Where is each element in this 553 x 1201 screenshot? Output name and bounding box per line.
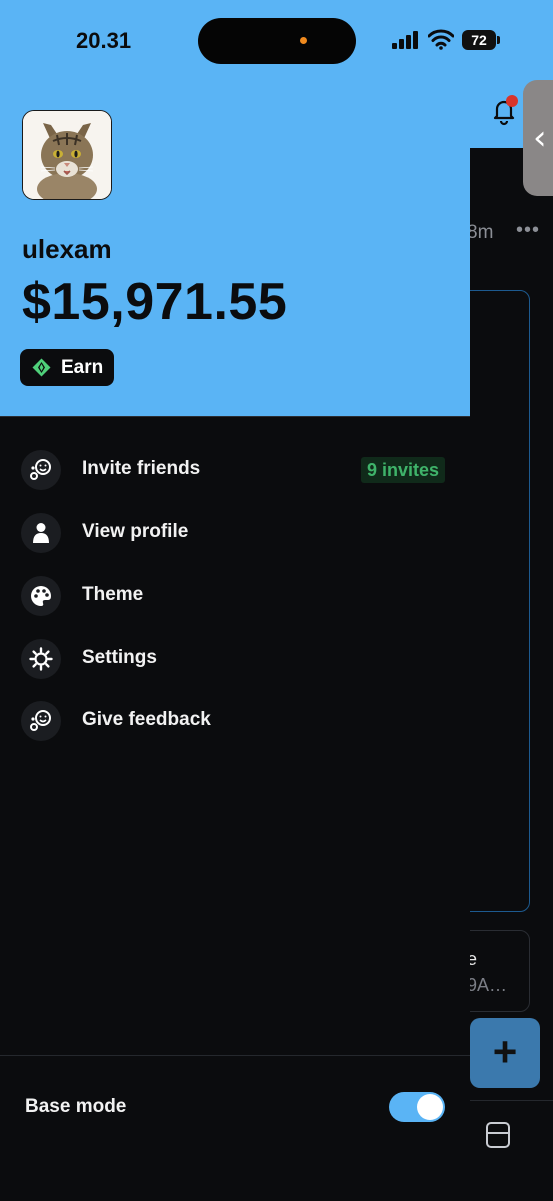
cellular-signal-icon	[392, 31, 418, 49]
background-card-subtitle: 9A…	[467, 975, 508, 995]
footer-divider	[0, 1055, 470, 1056]
more-options-icon[interactable]: •••	[516, 219, 540, 242]
toggle-knob	[417, 1094, 443, 1120]
menu-label-invite-friends: Invite friends	[82, 458, 201, 479]
menu-label-settings: Settings	[82, 647, 157, 668]
background-tab-bar	[470, 1100, 553, 1201]
menu-item-settings[interactable]: Settings	[0, 628, 470, 690]
invite-icon	[21, 450, 61, 490]
invites-count-badge: 9 invites	[361, 457, 446, 483]
battery-icon: 72	[462, 30, 496, 50]
cat-avatar-image	[23, 111, 111, 199]
earn-button[interactable]: Earn	[20, 349, 114, 386]
recording-indicator-dot	[300, 37, 307, 44]
wallet-tab-icon[interactable]	[486, 1122, 510, 1148]
plus-icon: +	[492, 1028, 518, 1075]
dynamic-island	[198, 18, 356, 64]
notification-dot	[506, 95, 518, 107]
drawer-handle[interactable]: ‹	[523, 80, 553, 196]
menu-item-give-feedback[interactable]: Give feedback	[0, 690, 470, 752]
base-mode-label: Base mode	[25, 1096, 127, 1117]
earn-label: Earn	[61, 357, 104, 378]
battery-tip	[497, 36, 500, 44]
balance-amount: $15,971.55	[22, 273, 288, 331]
base-mode-toggle[interactable]	[389, 1092, 445, 1122]
compose-button[interactable]: +	[470, 1018, 540, 1088]
menu-item-view-profile[interactable]: View profile	[0, 502, 470, 564]
gear-icon	[21, 639, 61, 679]
feedback-icon	[21, 701, 61, 741]
chevron-left-icon: ‹	[533, 118, 547, 158]
side-drawer: 20.31 72 ulexam $15,971.55 Earn Invite f…	[0, 0, 500, 1200]
menu-label-theme: Theme	[82, 584, 144, 605]
palette-icon	[21, 576, 61, 616]
person-icon	[21, 513, 61, 553]
menu-label-give-feedback: Give feedback	[82, 709, 211, 730]
menu-item-theme[interactable]: Theme	[0, 565, 470, 627]
diamond-icon	[32, 358, 51, 377]
menu-item-invite-friends[interactable]: Invite friends 9 invites	[0, 439, 470, 501]
avatar[interactable]	[22, 110, 112, 200]
background-timestamp: 8m	[467, 222, 494, 243]
username: ulexam	[22, 234, 112, 264]
status-time: 20.31	[76, 28, 132, 53]
battery-level: 72	[471, 32, 487, 48]
wifi-icon	[428, 29, 454, 50]
menu-label-view-profile: View profile	[82, 521, 189, 542]
